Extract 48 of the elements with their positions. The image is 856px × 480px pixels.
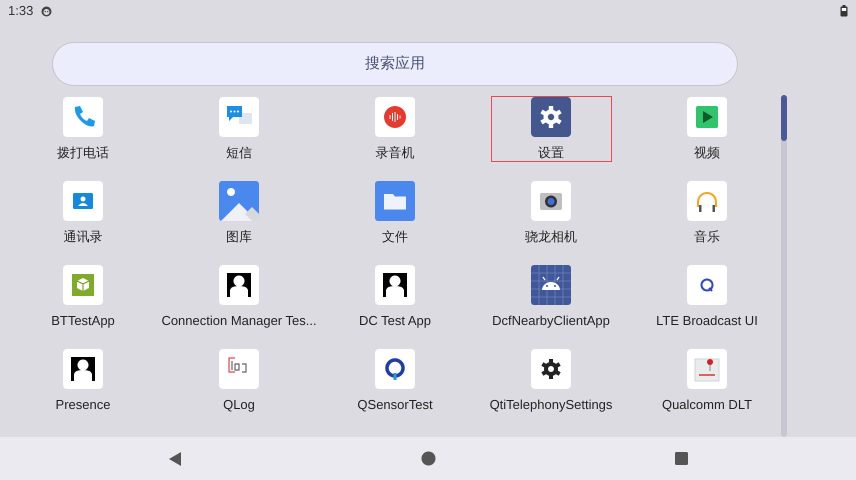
app-launcher-item[interactable]: 拨打电话 [22,96,144,162]
app-launcher-item[interactable]: QLog [178,348,300,414]
landscape-image-icon [219,181,259,221]
bracket-log-icon [219,349,259,389]
android-icon [531,265,571,305]
app-launcher-item[interactable]: QSensorTest [334,348,456,414]
back-icon [169,452,181,466]
app-launcher-item[interactable]: DC Test App [334,264,456,330]
pushpin-icon [687,349,727,389]
app-launcher-item[interactable]: 图库 [178,180,300,246]
app-launcher-item[interactable]: 文件 [334,180,456,246]
clock-time: 1:33 [8,2,34,20]
app-launcher-item[interactable]: Connection Manager Tes... [161,264,317,330]
app-launcher-item[interactable]: 短信 [178,96,300,162]
letter-q-logo-icon [687,265,727,305]
app-launcher-item[interactable]: 设置 [490,96,612,162]
app-launcher-item[interactable]: 录音机 [334,96,456,162]
headphones-icon [687,181,727,221]
q-ring-icon [375,349,415,389]
play-icon [687,97,727,137]
person-silhouette-icon [63,349,103,389]
settings-icon [531,97,571,137]
app-launcher-item[interactable]: 视频 [646,96,768,162]
cube-icon [63,265,103,305]
app-launcher-item[interactable]: Presence [22,348,144,414]
app-launcher-item[interactable]: 通讯录 [22,180,144,246]
gear-icon [530,349,571,389]
app-launcher-item[interactable]: QtiTelephonySettings [484,348,618,414]
app-launcher-item[interactable]: Qualcomm DLT [646,348,768,414]
app-launcher-item[interactable]: LTE Broadcast UI [646,264,768,330]
phone-icon [63,97,103,137]
recents-icon [674,452,688,465]
search-field[interactable]: 搜索应用 [52,42,738,86]
camera-icon [531,181,571,221]
app-launcher-item[interactable]: DcfNearbyClientApp [487,264,615,330]
battery-icon [840,5,848,17]
contact-card-icon [63,181,103,221]
app-launcher-item[interactable]: 骁龙相机 [490,180,612,246]
app-launcher-item[interactable]: BTTestApp [22,264,144,330]
person-silhouette-icon [375,265,415,305]
home-icon [420,451,436,466]
app-launcher-item[interactable]: 音乐 [646,180,768,246]
folder-icon [375,181,415,221]
scrollbar-thumb[interactable] [781,95,787,141]
person-silhouette-icon [219,265,259,305]
sound-wave-icon [375,97,415,137]
face-icon [41,6,52,16]
chat-icon [219,97,259,137]
